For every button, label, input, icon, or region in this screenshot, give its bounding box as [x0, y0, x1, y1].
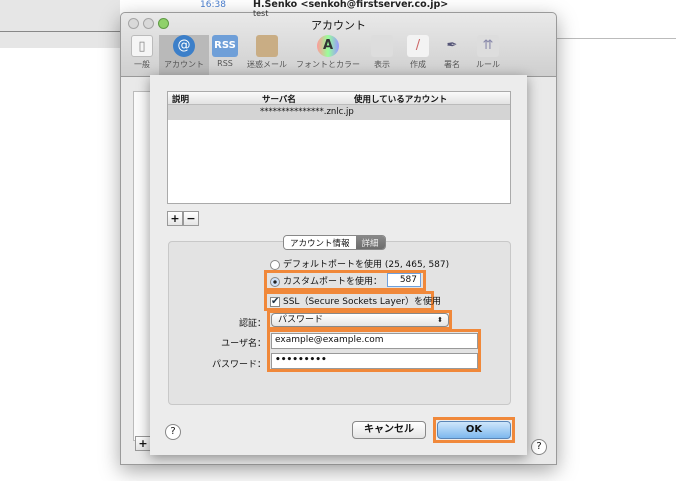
server-table: 説明 サーバ名 使用しているアカウント ***************.znlc…: [167, 91, 511, 204]
message-time: 16:38: [200, 0, 226, 10]
toolbar-label: フォントとカラー: [296, 60, 360, 69]
divider: [557, 38, 676, 39]
radio-label: カスタムポートを使用：: [283, 277, 383, 287]
message-from: H.Senko <senkoh@firstserver.co.jp>: [253, 0, 449, 10]
server-name: ***************.znlc.jp: [260, 107, 354, 117]
switch-icon: ▯: [131, 35, 153, 57]
divider: [0, 31, 120, 32]
pencil-icon: /: [407, 35, 429, 57]
toolbar-rules[interactable]: ⇈ ルール: [471, 35, 505, 75]
column-header[interactable]: サーバ名: [262, 93, 296, 105]
custom-port-radio[interactable]: カスタムポートを使用：: [270, 274, 382, 287]
add-account-button[interactable]: +: [135, 436, 151, 451]
password-label: パスワード：: [211, 360, 266, 370]
ssl-checkbox[interactable]: ✔ SSL（Secure Sockets Layer）を使用: [270, 294, 441, 307]
username-label: ユーザ名：: [221, 339, 266, 349]
toolbar-label: 表示: [374, 60, 390, 69]
toolbar-viewing[interactable]: 表示: [367, 35, 397, 75]
toolbar-label: 作成: [410, 60, 426, 69]
radio-label: デフォルトポートを使用 (25, 465, 587): [283, 260, 450, 270]
toolbar-label: 迷惑メール: [247, 60, 287, 69]
toolbar-junk[interactable]: 迷惑メール: [243, 35, 291, 75]
toolbar-label: 一般: [134, 60, 150, 69]
signature-icon: ✒: [446, 38, 458, 53]
tab-advanced[interactable]: 詳細: [355, 236, 385, 249]
toolbar-composing[interactable]: / 作成: [403, 35, 433, 75]
checkmark-icon: ✔: [270, 295, 280, 307]
password-input[interactable]: •••••••••: [271, 353, 478, 369]
window-title: アカウント: [311, 19, 366, 32]
column-header[interactable]: 説明: [172, 93, 189, 105]
toolbar-label: RSS: [217, 59, 233, 68]
toolbar-accounts[interactable]: @ アカウント: [159, 35, 209, 75]
help-button[interactable]: ?: [165, 424, 181, 440]
toolbar-rss[interactable]: RSS RSS: [209, 35, 241, 75]
custom-port-input[interactable]: 587: [387, 273, 421, 287]
tab-bar: アカウント情報 詳細: [283, 235, 386, 250]
rules-icon: ⇈: [477, 35, 499, 57]
junk-bag-icon: [256, 35, 278, 57]
checkbox-label: SSL（Secure Sockets Layer）を使用: [283, 297, 442, 307]
table-row[interactable]: ***************.znlc.jp: [168, 105, 510, 120]
toolbar-signatures[interactable]: ✒ 署名: [437, 35, 467, 75]
toolbar-label: ルール: [476, 60, 500, 69]
auth-popup[interactable]: パスワード ⬍: [271, 313, 449, 327]
ok-button[interactable]: OK: [437, 421, 511, 439]
radio-selected-icon: [270, 276, 280, 287]
toolbar-general[interactable]: ▯ 一般: [125, 35, 159, 75]
glasses-icon: [371, 35, 393, 57]
column-header[interactable]: 使用しているアカウント: [354, 93, 447, 105]
message-subject: test: [253, 9, 269, 18]
username-input[interactable]: example@example.com: [271, 333, 478, 349]
font-icon: A: [317, 35, 339, 57]
toolbar-label: 署名: [444, 60, 460, 69]
toolbar-label: アカウント: [164, 60, 204, 69]
auth-value: パスワード: [278, 315, 324, 325]
updown-arrow-icon: ⬍: [437, 316, 443, 324]
radio-icon: [270, 259, 280, 270]
auth-label: 認証：: [238, 319, 266, 329]
default-port-radio[interactable]: デフォルトポートを使用 (25, 465, 587): [270, 257, 449, 270]
help-button[interactable]: ?: [531, 439, 547, 455]
add-server-button[interactable]: +: [167, 211, 183, 226]
smtp-server-sheet: 説明 サーバ名 使用しているアカウント ***************.znlc…: [150, 75, 527, 455]
at-icon: @: [173, 35, 195, 57]
cancel-button[interactable]: キャンセル: [352, 421, 426, 439]
table-header: 説明 サーバ名 使用しているアカウント: [168, 92, 510, 105]
tab-account-info[interactable]: アカウント情報: [284, 236, 356, 249]
toolbar-fonts-colors[interactable]: A フォントとカラー: [291, 35, 365, 75]
rss-icon: RSS: [212, 35, 238, 57]
background-mail-list: [0, 0, 120, 48]
remove-server-button[interactable]: −: [183, 211, 199, 226]
title-bar: アカウント ▯ 一般 @ アカウント RSS RSS 迷惑メール A フォントとカラー …: [121, 13, 556, 77]
